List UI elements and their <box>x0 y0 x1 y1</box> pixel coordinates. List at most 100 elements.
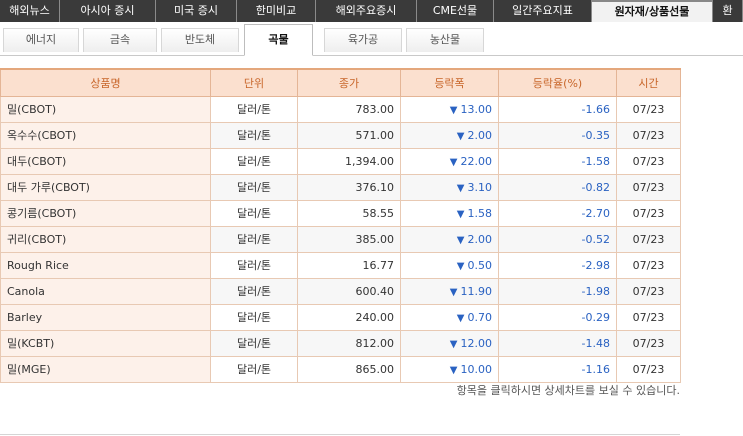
down-arrow-icon: ▼ <box>449 156 458 168</box>
subtab-metals[interactable]: 금속 <box>83 28 157 52</box>
change-cell: ▼ 10.00 <box>400 355 499 383</box>
grain-futures-table: 상품명 단위 종가 등락폭 등락율(%) 시간 밀(CBOT) 달러/톤 783.0… <box>0 68 681 383</box>
change-rate-cell: -2.98 <box>498 251 617 279</box>
close-price-cell: 865.00 <box>297 355 401 383</box>
time-cell: 07/23 <box>616 277 681 305</box>
change-value: 3.10 <box>467 180 493 194</box>
unit-cell: 달러/톤 <box>210 199 298 227</box>
table-row[interactable]: Barley 달러/톤 240.00 ▼ 0.70 -0.29 07/23 <box>0 303 681 331</box>
change-value: 0.50 <box>467 258 493 272</box>
subtab-energy[interactable]: 에너지 <box>3 28 79 52</box>
bottom-divider <box>0 434 680 435</box>
subtab-livestock[interactable]: 육가공 <box>324 28 402 52</box>
close-price-cell: 376.10 <box>297 173 401 201</box>
product-name-link[interactable]: 귀리(CBOT) <box>0 225 211 253</box>
tab-commodity-futures[interactable]: 원자재/상품선물 <box>592 0 713 22</box>
down-arrow-icon: ▼ <box>456 182 465 194</box>
header-time: 시간 <box>616 68 681 97</box>
close-price-cell: 812.00 <box>297 329 401 357</box>
time-cell: 07/23 <box>616 95 681 123</box>
top-tab-bar: 해외뉴스 아시아 증시 미국 증시 한미비교 해외주요증시 CME선물 일간주요… <box>0 0 743 22</box>
tab-major-overseas-stocks[interactable]: 해외주요증시 <box>316 0 417 22</box>
change-value: 2.00 <box>467 128 493 142</box>
table-row[interactable]: Rough Rice 달러/톤 16.77 ▼ 0.50 -2.98 07/23 <box>0 251 681 279</box>
change-value: 11.90 <box>460 284 493 298</box>
time-cell: 07/23 <box>616 225 681 253</box>
header-product-name: 상품명 <box>0 68 211 97</box>
time-cell: 07/23 <box>616 355 681 383</box>
change-value: 22.00 <box>460 154 493 168</box>
change-rate-cell: -1.48 <box>498 329 617 357</box>
subtab-grains[interactable]: 곡물 <box>244 24 313 56</box>
tab-daily-indicators[interactable]: 일간주요지표 <box>494 0 592 22</box>
change-rate-cell: -2.70 <box>498 199 617 227</box>
time-cell: 07/23 <box>616 173 681 201</box>
product-name-link[interactable]: 밀(MGE) <box>0 355 211 383</box>
product-name-link[interactable]: Rough Rice <box>0 251 211 279</box>
header-unit: 단위 <box>210 68 298 97</box>
close-price-cell: 783.00 <box>297 95 401 123</box>
close-price-cell: 16.77 <box>297 251 401 279</box>
product-name-link[interactable]: Barley <box>0 303 211 331</box>
table-header-row: 상품명 단위 종가 등락폭 등락율(%) 시간 <box>0 68 681 97</box>
tab-asia-stocks[interactable]: 아시아 증시 <box>60 0 156 22</box>
change-cell: ▼ 0.50 <box>400 251 499 279</box>
table-row[interactable]: Canola 달러/톤 600.40 ▼ 11.90 -1.98 07/23 <box>0 277 681 305</box>
down-arrow-icon: ▼ <box>456 208 465 220</box>
product-name-link[interactable]: 대두(CBOT) <box>0 147 211 175</box>
product-name-link[interactable]: 옥수수(CBOT) <box>0 121 211 149</box>
close-price-cell: 240.00 <box>297 303 401 331</box>
table-body: 밀(CBOT) 달러/톤 783.00 ▼ 13.00 -1.66 07/23 옥수수(CBO… <box>0 95 681 383</box>
table-row[interactable]: 콩기름(CBOT) 달러/톤 58.55 ▼ 1.58 -2.70 07/23 <box>0 199 681 227</box>
down-arrow-icon: ▼ <box>456 260 465 272</box>
table-row[interactable]: 밀(MGE) 달러/톤 865.00 ▼ 10.00 -1.16 07/23 <box>0 355 681 383</box>
unit-cell: 달러/톤 <box>210 251 298 279</box>
unit-cell: 달러/톤 <box>210 95 298 123</box>
time-cell: 07/23 <box>616 199 681 227</box>
product-name-link[interactable]: 대두 가루(CBOT) <box>0 173 211 201</box>
product-name-link[interactable]: Canola <box>0 277 211 305</box>
table-row[interactable]: 밀(CBOT) 달러/톤 783.00 ▼ 13.00 -1.66 07/23 <box>0 95 681 123</box>
time-cell: 07/23 <box>616 147 681 175</box>
unit-cell: 달러/톤 <box>210 355 298 383</box>
unit-cell: 달러/톤 <box>210 173 298 201</box>
table-row[interactable]: 대두 가루(CBOT) 달러/톤 376.10 ▼ 3.10 -0.82 07/23 <box>0 173 681 201</box>
change-cell: ▼ 22.00 <box>400 147 499 175</box>
tab-korea-us-compare[interactable]: 한미비교 <box>237 0 316 22</box>
tab-cme-futures[interactable]: CME선물 <box>417 0 494 22</box>
down-arrow-icon: ▼ <box>449 364 458 376</box>
table-row[interactable]: 귀리(CBOT) 달러/톤 385.00 ▼ 2.00 -0.52 07/23 <box>0 225 681 253</box>
header-change-rate: 등락율(%) <box>498 68 617 97</box>
table-row[interactable]: 대두(CBOT) 달러/톤 1,394.00 ▼ 22.00 -1.58 07/23 <box>0 147 681 175</box>
subtab-semiconductor[interactable]: 반도체 <box>161 28 239 52</box>
tab-overseas-news[interactable]: 해외뉴스 <box>0 0 60 22</box>
time-cell: 07/23 <box>616 329 681 357</box>
time-cell: 07/23 <box>616 121 681 149</box>
tab-exchange[interactable]: 환 <box>713 0 743 22</box>
close-price-cell: 600.40 <box>297 277 401 305</box>
change-rate-cell: -0.35 <box>498 121 617 149</box>
down-arrow-icon: ▼ <box>449 286 458 298</box>
change-cell: ▼ 0.70 <box>400 303 499 331</box>
product-name-link[interactable]: 콩기름(CBOT) <box>0 199 211 227</box>
product-name-link[interactable]: 밀(CBOT) <box>0 95 211 123</box>
table-row[interactable]: 밀(KCBT) 달러/톤 812.00 ▼ 12.00 -1.48 07/23 <box>0 329 681 357</box>
time-cell: 07/23 <box>616 251 681 279</box>
change-rate-cell: -0.52 <box>498 225 617 253</box>
tab-us-stocks[interactable]: 미국 증시 <box>156 0 237 22</box>
close-price-cell: 385.00 <box>297 225 401 253</box>
unit-cell: 달러/톤 <box>210 303 298 331</box>
change-rate-cell: -1.16 <box>498 355 617 383</box>
subtab-agriculture[interactable]: 농산물 <box>406 28 484 52</box>
time-cell: 07/23 <box>616 303 681 331</box>
change-value: 12.00 <box>460 336 493 350</box>
down-arrow-icon: ▼ <box>456 312 465 324</box>
change-value: 0.70 <box>467 310 493 324</box>
header-close: 종가 <box>297 68 401 97</box>
header-change: 등락폭 <box>400 68 499 97</box>
change-rate-cell: -1.58 <box>498 147 617 175</box>
change-value: 1.58 <box>467 206 493 220</box>
table-row[interactable]: 옥수수(CBOT) 달러/톤 571.00 ▼ 2.00 -0.35 07/23 <box>0 121 681 149</box>
product-name-link[interactable]: 밀(KCBT) <box>0 329 211 357</box>
change-rate-cell: -0.82 <box>498 173 617 201</box>
